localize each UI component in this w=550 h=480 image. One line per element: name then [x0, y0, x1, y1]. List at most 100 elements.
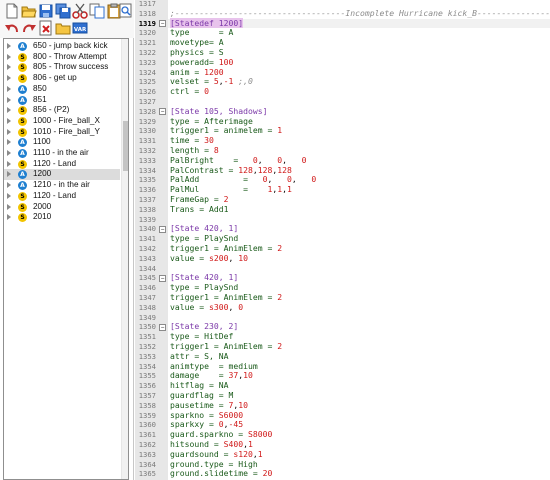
expand-arrow-icon[interactable]	[7, 171, 11, 178]
standing-icon: S	[18, 127, 27, 137]
undo-icon[interactable]	[4, 20, 20, 36]
code-line[interactable]: Trans = Add1	[170, 203, 229, 215]
code-token: Trans = Add1	[170, 203, 229, 214]
tree-item[interactable]: S 2000	[4, 202, 120, 213]
tree-item[interactable]: A 851	[4, 95, 120, 106]
code-token: type = PlaySnd	[170, 282, 239, 293]
line-number: 1323	[138, 57, 156, 67]
fold-toggle-icon[interactable]: −	[159, 274, 166, 282]
redo-icon[interactable]	[21, 20, 37, 36]
delete-state-icon[interactable]	[38, 20, 54, 36]
expand-arrow-icon[interactable]	[7, 160, 11, 167]
code-line[interactable]: ctrl = 0	[170, 86, 209, 97]
expand-arrow-icon[interactable]	[7, 117, 11, 124]
fold-toggle-icon[interactable]: −	[159, 20, 166, 28]
code-token: type = HitDef	[170, 331, 234, 342]
save-icon[interactable]	[38, 3, 54, 19]
expand-arrow-icon[interactable]	[7, 182, 11, 189]
code-token: hitsound =	[170, 439, 224, 449]
line-number: 1328	[138, 106, 156, 116]
expand-arrow-icon[interactable]	[7, 139, 11, 146]
expand-arrow-icon[interactable]	[7, 43, 11, 49]
code-line[interactable]: value = s200, 10	[170, 253, 248, 264]
line-number: 1332	[138, 146, 156, 155]
line-number: 1365	[138, 469, 156, 479]
code-token: velset =	[170, 76, 214, 87]
code-token: 0	[238, 301, 244, 312]
cut-icon[interactable]	[72, 3, 88, 19]
tree-item[interactable]: A 850	[4, 84, 120, 95]
line-number: 1333	[138, 155, 156, 165]
tree-item[interactable]: S 1000 - Fire_ball_X	[4, 116, 120, 127]
open-folder-icon[interactable]	[21, 3, 37, 19]
tree-scrollbar[interactable]	[121, 39, 128, 479]
code-editor[interactable]: 1317 1318 1319−1320 1321 1322 1323 1324 1325 132…	[135, 0, 550, 480]
line-number: 1358	[138, 400, 156, 410]
tree-item[interactable]: A 1210 - in the air	[4, 180, 120, 191]
code-token: s300	[208, 301, 229, 312]
tree-item[interactable]: S 805 - Throw success	[4, 62, 120, 73]
folder-icon[interactable]	[55, 20, 71, 36]
line-number: 1359	[138, 410, 156, 420]
line-number: 1343	[138, 253, 156, 263]
line-number: 1337	[138, 195, 156, 204]
fold-toggle-icon[interactable]: −	[159, 323, 166, 331]
code-token: animtype = medium	[170, 360, 258, 371]
tree-item[interactable]: S 1010 - Fire_ball_Y	[4, 127, 120, 138]
code-token: 100	[218, 56, 234, 67]
line-number: 1347	[138, 293, 156, 302]
tree-item-label: 1010 - Fire_ball_Y	[33, 126, 100, 136]
line-number: 1356	[138, 381, 156, 391]
line-number: 1318	[138, 8, 156, 18]
expand-arrow-icon[interactable]	[7, 85, 11, 92]
fold-toggle-icon[interactable]: −	[159, 108, 166, 116]
tree-item[interactable]: S 856 - (P2)	[4, 105, 120, 116]
line-number: 1326	[138, 87, 156, 97]
tree-item[interactable]: S 1120 - Land	[4, 159, 120, 170]
expand-arrow-icon[interactable]	[7, 203, 11, 210]
line-number: 1355	[138, 371, 156, 381]
tree-item[interactable]: A 1200	[4, 169, 120, 181]
tree-item[interactable]: A 1110 - in the air	[4, 148, 120, 159]
tree-item[interactable]: S 800 - Throw Attempt	[4, 52, 120, 63]
expand-arrow-icon[interactable]	[7, 214, 11, 221]
copy-icon[interactable]	[89, 3, 105, 19]
code-line[interactable]: value = s300, 0	[170, 301, 244, 313]
state-tree[interactable]: A 650 - jump back kick S 800 - Throw Attemp…	[3, 38, 129, 480]
tree-item[interactable]: S 806 - get up	[4, 73, 120, 84]
tree-item[interactable]: S 1120 - Land	[4, 191, 120, 202]
code-token: [State 420, 1]	[170, 272, 239, 283]
expand-arrow-icon[interactable]	[7, 128, 11, 135]
expand-arrow-icon[interactable]	[7, 107, 11, 114]
new-file-icon[interactable]	[4, 3, 20, 19]
line-number: 1317	[138, 0, 156, 8]
line-number: 1354	[138, 361, 156, 371]
code-token: 20	[262, 468, 273, 479]
code-token: ctrl =	[170, 86, 205, 97]
tree-item[interactable]: A 1100	[4, 137, 120, 148]
tree-item[interactable]: A 650 - jump back kick	[4, 41, 120, 52]
air-icon: A	[18, 149, 27, 158]
line-number: 1351	[138, 332, 156, 342]
tree-item-label: 1100	[33, 137, 51, 147]
expand-arrow-icon[interactable]	[7, 53, 11, 60]
expand-arrow-icon[interactable]	[7, 150, 11, 156]
line-number: 1340	[138, 224, 156, 234]
line-number: 1361	[138, 430, 156, 440]
line-number: 1353	[138, 351, 156, 361]
tree-item[interactable]: S 2010	[4, 212, 120, 223]
save-all-icon[interactable]	[55, 3, 71, 19]
line-number: 1357	[138, 391, 156, 400]
expand-arrow-icon[interactable]	[7, 192, 11, 199]
expand-arrow-icon[interactable]	[7, 96, 11, 103]
search-icon[interactable]	[119, 3, 132, 19]
expand-arrow-icon[interactable]	[7, 75, 11, 82]
tree-item-label: 851	[33, 94, 47, 104]
expand-arrow-icon[interactable]	[7, 64, 11, 71]
line-number: 1338	[138, 204, 156, 214]
tree-scrollbar-thumb[interactable]	[123, 121, 128, 171]
var-icon[interactable]: VAR	[72, 20, 88, 36]
line-number: 1346	[138, 283, 156, 293]
fold-toggle-icon[interactable]: −	[159, 225, 166, 233]
code-token: ground.slidetime =	[170, 468, 263, 479]
